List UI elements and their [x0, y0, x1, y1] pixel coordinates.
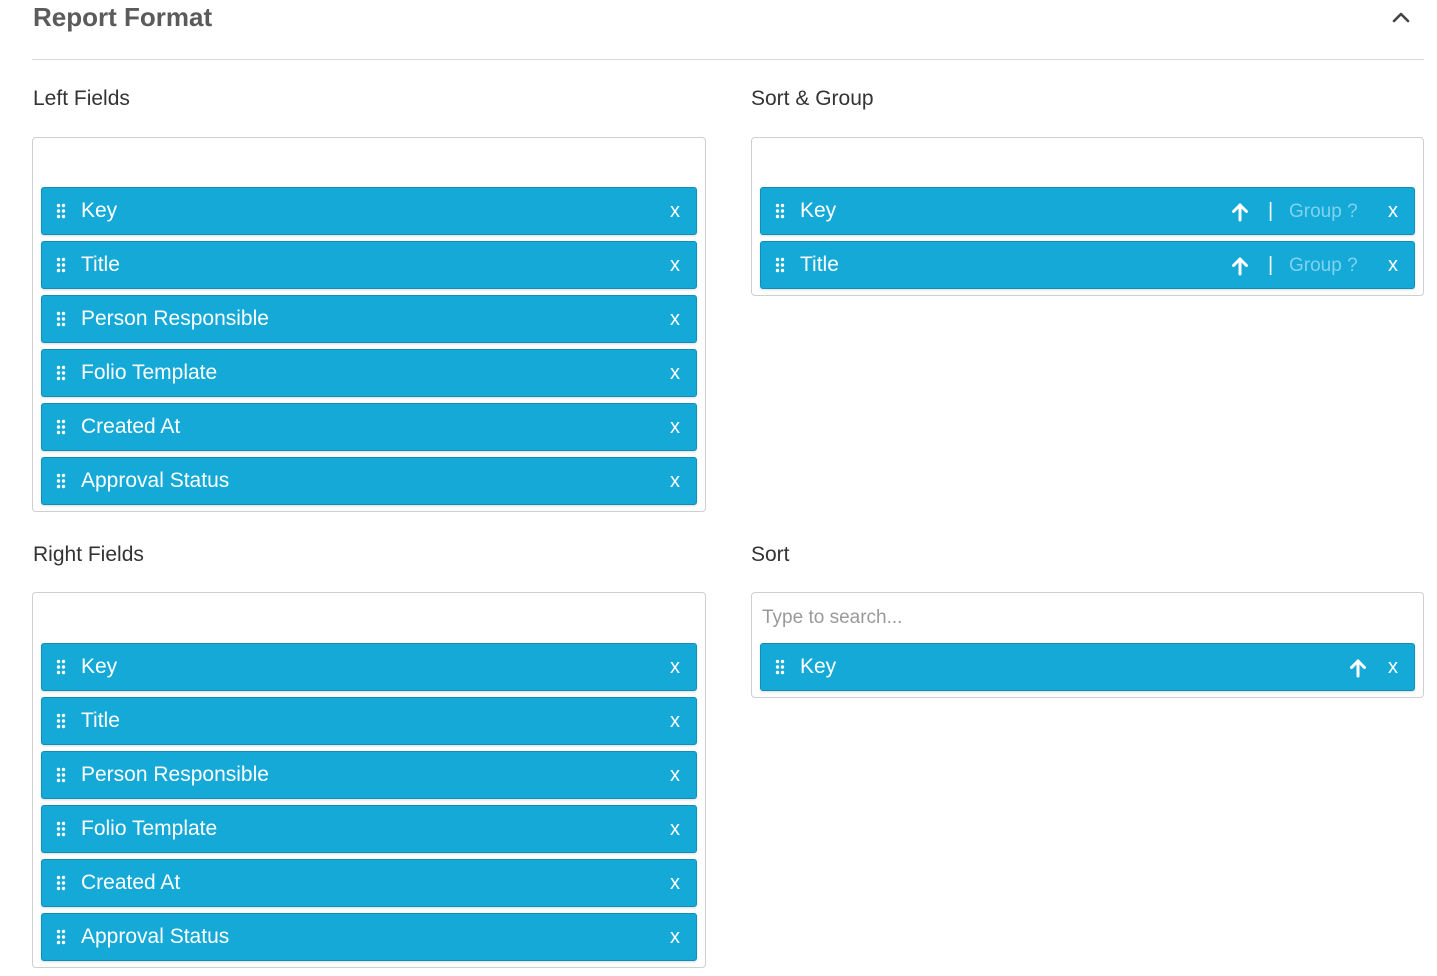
left-field-chip[interactable]: Approval Status x: [41, 457, 697, 505]
field-label: Key: [800, 199, 837, 222]
field-label: Key: [81, 199, 118, 222]
sort-chip[interactable]: Key x: [760, 643, 1415, 691]
right-field-chip[interactable]: Folio Template x: [41, 805, 697, 853]
report-format-panel: Report Format Left Fields Key x Title x …: [0, 0, 1437, 976]
drag-handle-icon[interactable]: [56, 365, 66, 381]
remove-button[interactable]: x: [1388, 254, 1398, 277]
remove-button[interactable]: x: [670, 764, 680, 787]
right-field-chip[interactable]: Title x: [41, 697, 697, 745]
drag-handle-icon[interactable]: [56, 767, 66, 783]
left-field-chip[interactable]: Title x: [41, 241, 697, 289]
right-fields-list[interactable]: Key x Title x Person Responsible x Folio…: [32, 592, 706, 968]
field-label: Key: [81, 655, 118, 678]
left-field-chip[interactable]: Created At x: [41, 403, 697, 451]
chevron-up-icon[interactable]: [1391, 10, 1411, 24]
remove-button[interactable]: x: [670, 254, 680, 277]
left-fields-label: Left Fields: [33, 87, 130, 110]
left-field-chip[interactable]: Person Responsible x: [41, 295, 697, 343]
remove-button[interactable]: x: [670, 818, 680, 841]
drag-handle-icon[interactable]: [56, 257, 66, 273]
remove-button[interactable]: x: [670, 470, 680, 493]
remove-button[interactable]: x: [670, 872, 680, 895]
remove-button[interactable]: x: [670, 200, 680, 223]
group-toggle[interactable]: Group ?: [1289, 255, 1358, 277]
drag-handle-icon[interactable]: [775, 659, 785, 675]
field-label: Key: [800, 655, 837, 678]
remove-button[interactable]: x: [670, 656, 680, 679]
left-field-chip[interactable]: Folio Template x: [41, 349, 697, 397]
remove-button[interactable]: x: [670, 308, 680, 331]
remove-button[interactable]: x: [1388, 200, 1398, 223]
field-label: Created At: [81, 871, 181, 894]
field-label: Title: [81, 253, 120, 276]
drag-handle-icon[interactable]: [56, 473, 66, 489]
drag-handle-icon[interactable]: [56, 821, 66, 837]
arrow-up-icon[interactable]: [1349, 658, 1367, 678]
drag-handle-icon[interactable]: [775, 257, 785, 273]
field-label: Folio Template: [81, 817, 218, 840]
group-toggle[interactable]: Group ?: [1289, 201, 1358, 223]
sort-search-input[interactable]: [762, 603, 1402, 633]
section-divider: [32, 59, 1424, 60]
field-label: Person Responsible: [81, 763, 269, 786]
right-fields-label: Right Fields: [33, 543, 144, 566]
sort-group-chip[interactable]: Title | Group ? x: [760, 241, 1415, 289]
right-field-chip[interactable]: Created At x: [41, 859, 697, 907]
left-fields-list[interactable]: Key x Title x Person Responsible x Folio…: [32, 137, 706, 512]
left-field-chip[interactable]: Key x: [41, 187, 697, 235]
drag-handle-icon[interactable]: [56, 713, 66, 729]
field-label: Title: [800, 253, 839, 276]
drag-handle-icon[interactable]: [56, 203, 66, 219]
right-field-chip[interactable]: Key x: [41, 643, 697, 691]
drag-handle-icon[interactable]: [56, 929, 66, 945]
remove-button[interactable]: x: [670, 362, 680, 385]
sort-group-label: Sort & Group: [751, 87, 874, 110]
separator: |: [1268, 254, 1274, 276]
field-label: Folio Template: [81, 361, 218, 384]
drag-handle-icon[interactable]: [56, 875, 66, 891]
drag-handle-icon[interactable]: [56, 311, 66, 327]
drag-handle-icon[interactable]: [56, 419, 66, 435]
field-label: Approval Status: [81, 925, 230, 948]
remove-button[interactable]: x: [670, 416, 680, 439]
field-label: Created At: [81, 415, 181, 438]
arrow-up-icon[interactable]: [1231, 202, 1249, 222]
sort-label: Sort: [751, 543, 790, 566]
field-label: Approval Status: [81, 469, 230, 492]
remove-button[interactable]: x: [670, 926, 680, 949]
remove-button[interactable]: x: [670, 710, 680, 733]
right-field-chip[interactable]: Person Responsible x: [41, 751, 697, 799]
separator: |: [1268, 200, 1274, 222]
drag-handle-icon[interactable]: [56, 659, 66, 675]
sort-group-list[interactable]: Key | Group ? x Title | Group ? x: [751, 137, 1424, 296]
field-label: Person Responsible: [81, 307, 269, 330]
sort-group-chip[interactable]: Key | Group ? x: [760, 187, 1415, 235]
field-label: Title: [81, 709, 120, 732]
drag-handle-icon[interactable]: [775, 203, 785, 219]
section-title: Report Format: [33, 2, 213, 32]
sort-list[interactable]: Key x: [751, 592, 1424, 698]
remove-button[interactable]: x: [1388, 656, 1398, 679]
right-field-chip[interactable]: Approval Status x: [41, 913, 697, 961]
arrow-up-icon[interactable]: [1231, 256, 1249, 276]
